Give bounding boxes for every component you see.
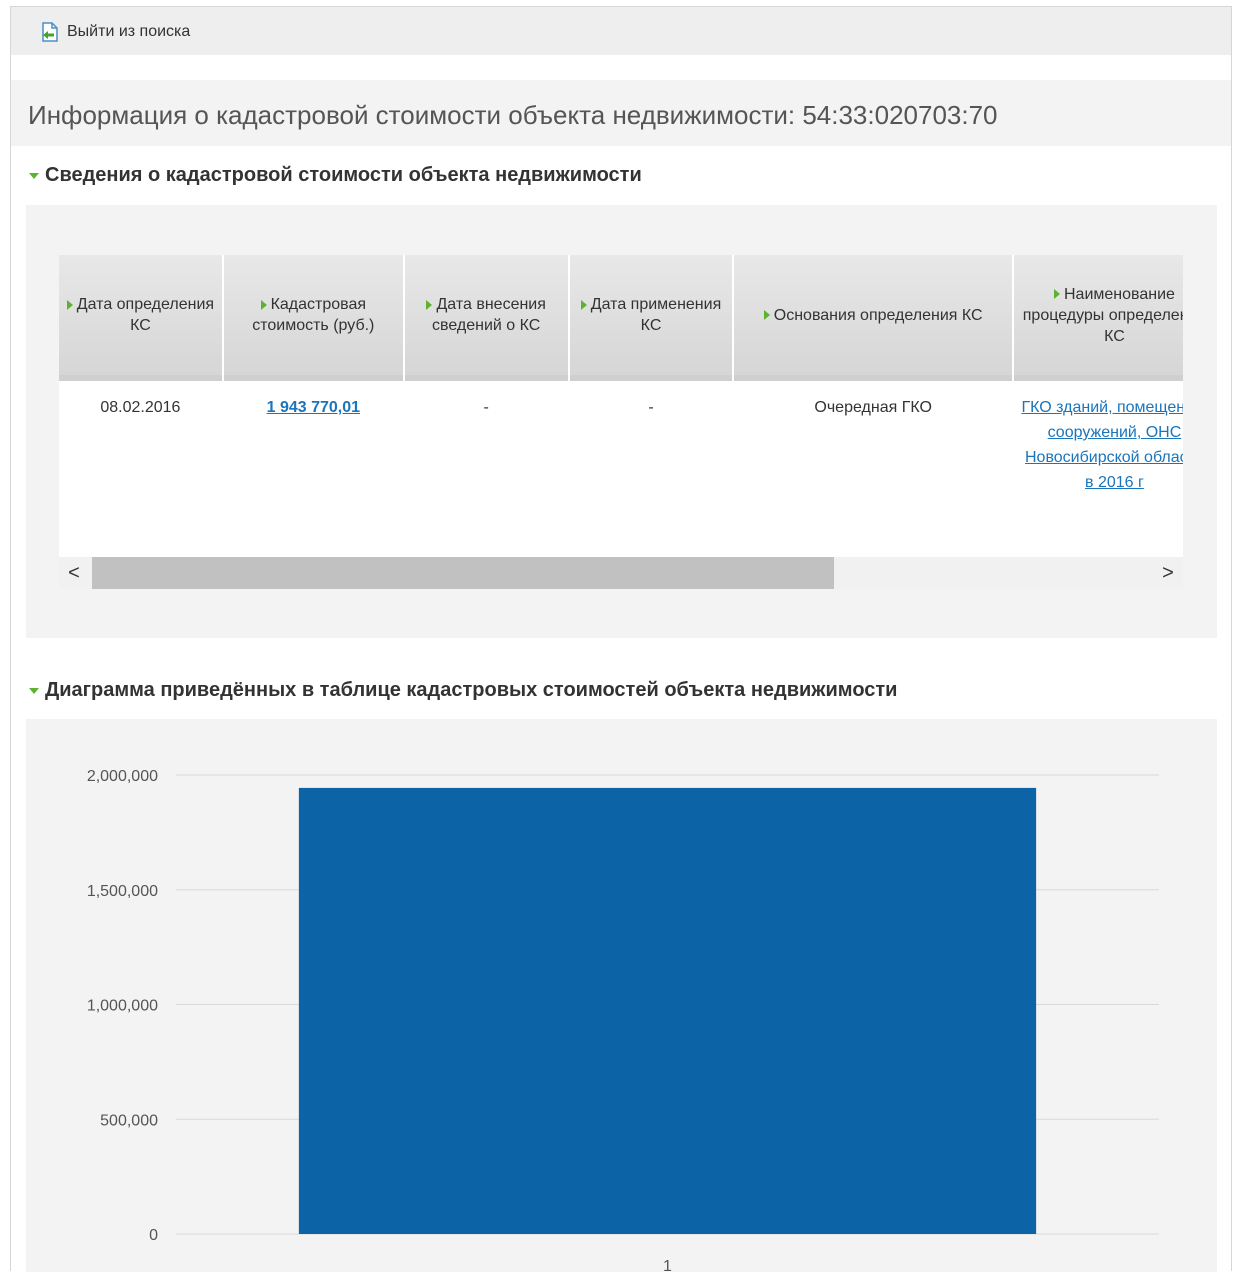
exit-search-link[interactable]: Выйти из поиска <box>39 21 190 43</box>
info-panel: Дата определения КС Кадастровая стоимост… <box>26 205 1217 638</box>
y-tick-label: 0 <box>149 1227 158 1244</box>
scrollbar-thumb[interactable] <box>92 557 834 589</box>
sort-arrow-icon <box>260 299 267 310</box>
y-tick-label: 2,000,000 <box>87 768 158 785</box>
chart-panel: 0 500,000 1,000,000 1,500,000 2,000,000 1 <box>26 719 1217 1272</box>
table-row: 08.02.2016 1 943 770,01 - - Очередная ГК… <box>59 381 1183 555</box>
y-tick-label: 1,000,000 <box>87 998 158 1015</box>
toolbar: Выйти из поиска <box>11 7 1231 55</box>
section-header-info[interactable]: Сведения о кадастровой стоимости объекта… <box>29 164 642 187</box>
bar-chart: 0 500,000 1,000,000 1,500,000 2,000,000 1 <box>87 768 1159 1272</box>
cell-date-applied: - <box>569 381 733 555</box>
y-tick-label: 500,000 <box>100 1112 158 1129</box>
column-header[interactable]: Дата определения КС <box>59 255 222 381</box>
procedure-link[interactable]: ГКО зданий, помещений, сооружений, ОНС Н… <box>1021 399 1183 491</box>
table-scroll-area[interactable]: Дата определения КС Кадастровая стоимост… <box>59 255 1183 589</box>
y-tick-label: 1,500,000 <box>87 883 158 900</box>
horizontal-scrollbar[interactable]: < > <box>59 557 1183 589</box>
column-header[interactable]: Кадастровая стоимость (руб.) <box>223 255 403 381</box>
section-title-chart: Диаграмма приведённых в таблице кадастро… <box>45 679 898 701</box>
scroll-left-button[interactable]: < <box>59 557 89 589</box>
scroll-right-button[interactable]: > <box>1153 557 1183 589</box>
column-header[interactable]: Дата внесения сведений о КС <box>404 255 568 381</box>
cost-link[interactable]: 1 943 770,01 <box>267 399 360 416</box>
sort-arrow-icon <box>426 299 433 310</box>
cell-basis: Очередная ГКО <box>734 381 1012 555</box>
collapse-triangle-icon <box>29 172 39 179</box>
column-header[interactable]: Дата применения КС <box>569 255 733 381</box>
column-header[interactable]: Основания определения КС <box>734 255 1012 381</box>
section-title-info: Сведения о кадастровой стоимости объекта… <box>45 164 642 186</box>
column-header[interactable]: Наименование процедуры определения КС <box>1013 255 1183 381</box>
cell-cost: 1 943 770,01 <box>223 381 403 555</box>
exit-search-label: Выйти из поиска <box>67 23 191 40</box>
page-title: Информация о кадастровой стоимости объек… <box>28 100 998 130</box>
collapse-triangle-icon <box>29 687 39 694</box>
cell-procedure: ГКО зданий, помещений, сооружений, ОНС Н… <box>1013 381 1183 555</box>
sort-arrow-icon <box>66 299 73 310</box>
table-header-row: Дата определения КС Кадастровая стоимост… <box>59 255 1183 381</box>
bar[interactable] <box>298 787 1037 1234</box>
sort-arrow-icon <box>1053 289 1060 300</box>
cell-date-determined: 08.02.2016 <box>59 381 222 555</box>
x-tick-label: 1 <box>663 1258 672 1272</box>
page-frame: Выйти из поиска Информация о кадастровой… <box>10 6 1232 1272</box>
section-header-chart[interactable]: Диаграмма приведённых в таблице кадастро… <box>29 679 897 702</box>
sort-arrow-icon <box>763 310 770 321</box>
exit-document-icon <box>39 21 61 43</box>
sort-arrow-icon <box>580 299 587 310</box>
cell-date-entered: - <box>404 381 568 555</box>
title-bar: Информация о кадастровой стоимости объек… <box>11 80 1231 146</box>
cadastral-value-table: Дата определения КС Кадастровая стоимост… <box>59 255 1183 555</box>
